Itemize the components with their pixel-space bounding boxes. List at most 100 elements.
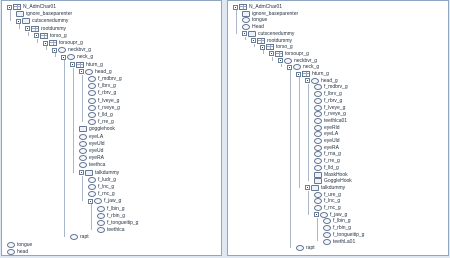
expand-toggle-icon[interactable] [314,212,319,218]
expand-toggle-icon[interactable] [260,44,265,50]
expand-toggle-icon[interactable] [79,170,84,176]
expand-toggle-icon[interactable] [305,185,310,191]
bone-node-icon [79,148,87,154]
tree-node-label: gogglehook [89,126,115,133]
expand-toggle-icon[interactable] [34,33,39,39]
expand-toggle-icon[interactable] [269,51,274,57]
tree-node-label: eyeLA [89,133,104,140]
tree-node-label: neckbvr_g [68,47,92,54]
tree-node-rapt[interactable]: rapt [296,244,315,252]
expand-toggle-icon[interactable] [43,40,48,46]
expand-toggle-icon[interactable] [79,69,84,75]
dummy-node-icon [22,18,30,25]
expand-toggle-icon[interactable] [305,78,310,84]
tree-connector-line [37,38,38,43]
tree-node-rapt[interactable]: rapt [70,233,89,241]
bone-node-icon [7,248,15,255]
tree-node-label: neck_g [77,54,94,61]
tree-node-head[interactable]: head [7,248,28,255]
bone-node-icon [88,176,96,183]
tree-connector-line [46,46,47,51]
tree-connector-line [272,56,273,61]
tree-node-label: hturn_g [86,61,103,68]
bone-node-icon [88,104,96,111]
bone-node-icon [7,241,15,248]
expand-toggle-icon[interactable] [88,198,93,204]
bone-node-icon [85,68,93,75]
tree-connector-line [290,70,291,249]
group-node-icon [40,32,48,39]
tree-connector-line [19,24,20,29]
tree-node-label: eyeRA [89,155,105,162]
bone-node-icon [58,47,66,54]
bone-node-icon [97,212,105,219]
tree-node-label: teethlca [107,227,125,234]
expand-toggle-icon[interactable] [52,47,57,53]
bone-node-icon [88,191,96,198]
group-node-icon [31,25,39,32]
bone-node-icon [97,220,105,226]
group-node-icon [13,4,21,10]
bone-node-icon [67,54,75,61]
tree-connector-line [82,175,83,202]
bone-node-icon [88,76,96,82]
tree-node-label: torso_g [50,32,67,39]
bone-node-icon [94,198,102,205]
bone-node-icon [70,234,78,241]
tree-connector-line [236,10,237,34]
tree-node-label: f_lld_g [98,112,113,118]
expand-toggle-icon[interactable] [242,31,247,37]
expand-toggle-icon[interactable] [70,62,75,68]
tree-connector-line [73,67,74,173]
bone-node-icon [88,97,96,104]
left-scene-tree: N_AdmChar01 ignore_baseparenter cutscenedu… [2,1,221,255]
tree-connector-line [299,77,300,188]
expand-toggle-icon[interactable] [296,71,301,77]
tree-node-label: f_lbin_g [107,205,125,212]
bone-node-icon [79,140,87,147]
tree-node-teethlca[interactable]: teethlca [97,226,125,234]
tree-connector-line [82,74,83,123]
tree-node-label: f_lveye_g [98,97,120,104]
bone-node-icon [79,133,87,140]
tree-node-label: f_jaw_g [104,198,122,205]
tree-node-label: f_rbrv_g [98,90,117,97]
tree-connector-line [64,60,65,238]
tree-node-label: eyeUd [89,148,104,154]
right-scene-tree-panel: N_AdmChar01 ignore_baseparenter tongue Head… [227,0,449,256]
tree-node-label: f_rre_g [98,119,114,126]
tree-connector-line [308,83,309,182]
tree-connector-line [245,36,246,41]
tree-node-label: eyeUld [89,140,105,147]
tree-connector-line [91,204,92,231]
tree-node-teethla01[interactable]: teethLa01 [323,238,355,246]
expand-toggle-icon[interactable] [233,4,238,10]
tree-node-label: cutscenedummy [32,18,69,25]
tree-node-label: head_g [95,68,112,75]
tree-node-label: f_lbrv_g [98,83,116,90]
expand-toggle-icon[interactable] [16,18,21,24]
dummy-node-icon [85,169,93,176]
expand-toggle-icon[interactable] [251,38,256,43]
tree-node-label: f_tongueitip_g [107,220,139,226]
tree-node-label: f_rnc_g [98,191,115,198]
expand-toggle-icon[interactable] [25,26,30,32]
expand-toggle-icon[interactable] [7,4,12,10]
expand-toggle-icon[interactable] [287,64,292,70]
bone-node-icon [88,119,96,126]
tree-connector-line [263,50,264,54]
tree-node-label: N_AdmChar01 [23,4,57,10]
tree-node-label: f_mdbrv_g [98,76,122,82]
bone-node-icon [88,112,96,118]
tree-node-label: teethLa01 [333,238,356,245]
expand-toggle-icon[interactable] [61,54,66,60]
tree-node-label: f_rveye_g [98,104,120,111]
left-scene-tree-panel: N_AdmChar01 ignore_baseparenter cutscenedu… [1,0,222,256]
tree-node-label: ignore_baseparenter [26,11,73,18]
tree-connector-line [317,217,318,242]
bone-node-icon [79,155,87,162]
dummy-node-icon [79,126,87,133]
expand-toggle-icon[interactable] [278,58,283,64]
tree-node-label: rapt [306,245,315,252]
tree-connector-line [281,63,282,68]
